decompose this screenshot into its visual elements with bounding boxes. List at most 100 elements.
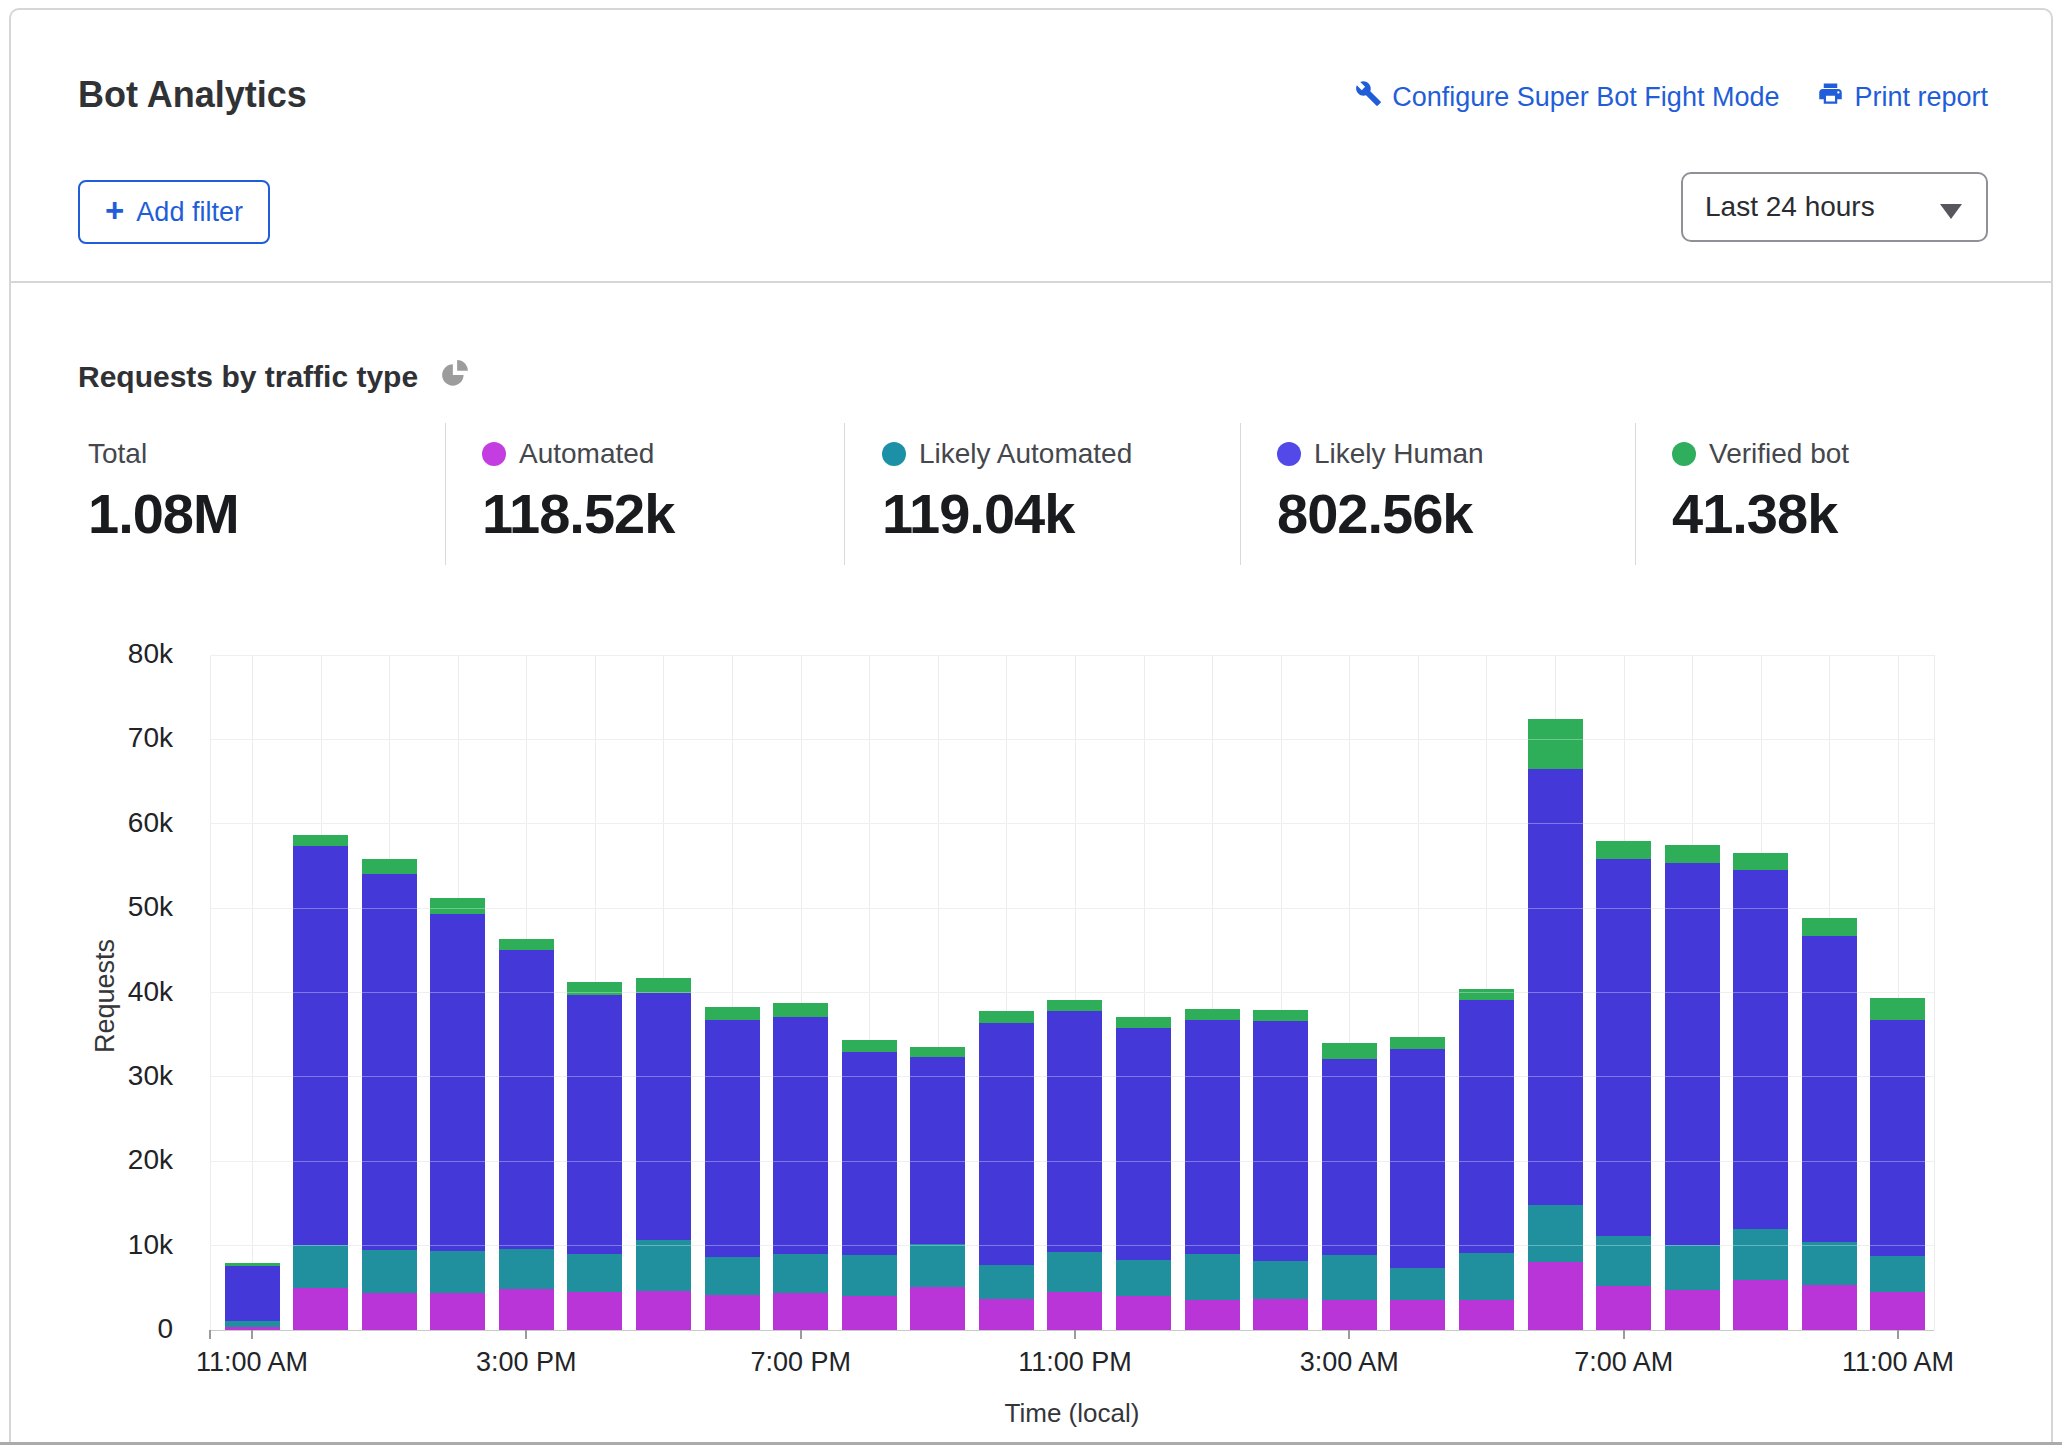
bar-segment-likely-automated [1390,1268,1445,1299]
bar-segment-automated [293,1288,348,1330]
bar-segment-verified-bot [1116,1017,1171,1028]
bar-segment-verified-bot [705,1007,760,1020]
bar-segment-verified-bot [1253,1010,1308,1021]
bar-segment-verified-bot [1047,1000,1102,1011]
bar-segment-likely-human [430,914,485,1251]
bar-segment-likely-automated [362,1250,417,1293]
time-range-select[interactable]: Last 24 hours [1681,172,1988,242]
bar-segment-likely-automated [1116,1260,1171,1296]
header-links: Configure Super Bot Fight Mode Print rep… [1355,80,1988,114]
bar-segment-likely-automated [1322,1255,1377,1300]
bar-segment-likely-human [636,993,691,1239]
bar-segment-verified-bot [910,1047,965,1057]
bar-segment-likely-human [1802,936,1857,1242]
bar-segment-automated [499,1289,554,1330]
printer-icon [1817,80,1844,114]
bar-segment-verified-bot [1870,998,1925,1020]
stat-label: Likely Automated [919,438,1132,470]
configure-super-bot-fight-mode-link[interactable]: Configure Super Bot Fight Mode [1355,80,1779,114]
bar-segment-likely-automated [1253,1261,1308,1299]
likely-automated-dot [882,442,906,466]
x-tick-label: 11:00 AM [1788,1347,2008,1378]
bar-segment-likely-human [1390,1049,1445,1268]
bar-segment-automated [225,1327,280,1330]
bar-segment-likely-automated [773,1254,828,1293]
section-title-label: Requests by traffic type [78,360,418,394]
verified-bot-dot [1672,442,1696,466]
bar-segment-likely-automated [636,1240,691,1291]
bar-segment-likely-automated [1870,1256,1925,1292]
bar-segment-likely-human [1665,863,1720,1244]
bar-segment-automated [773,1293,828,1330]
bar-segment-verified-bot [430,898,485,914]
wrench-icon [1355,80,1382,114]
gridline-h-overlay [210,992,1934,993]
bar-segment-likely-human [705,1020,760,1258]
bar-segment-likely-human [842,1052,897,1255]
bar-segment-likely-human [567,995,622,1254]
bar-segment-verified-bot [362,859,417,873]
stat-label: Automated [519,438,654,470]
gridline-h-overlay [210,908,1934,909]
x-tick-label: 7:00 PM [691,1347,911,1378]
stat-value: 118.52k [482,481,674,546]
gridline-h-overlay [210,655,1934,656]
stat-divider [1240,423,1241,565]
bar-segment-verified-bot [1390,1037,1445,1049]
bar-segment-verified-bot [293,835,348,846]
bar-segment-verified-bot [1322,1043,1377,1059]
bar-segment-likely-human [1322,1059,1377,1255]
chevron-down-icon [1940,204,1962,219]
bar-segment-likely-automated [1733,1229,1788,1280]
bar-segment-automated [1596,1286,1651,1330]
x-tick [209,1330,211,1339]
bar-segment-verified-bot [225,1263,280,1266]
gridline-h-overlay [210,1076,1934,1077]
add-filter-button[interactable]: + Add filter [78,180,270,244]
gridline-h-overlay [210,1161,1934,1162]
stat-verified-bot: Verified bot 41.38k [1672,438,1849,546]
automated-dot [482,442,506,466]
bar-segment-likely-automated [293,1245,348,1288]
page-title: Bot Analytics [78,74,307,116]
bar-segment-likely-automated [499,1249,554,1289]
plus-icon: + [105,194,124,227]
bar-segment-likely-automated [910,1244,965,1287]
bar-segment-likely-automated [1596,1236,1651,1286]
bar-segment-automated [1870,1292,1925,1330]
bar-segment-automated [1185,1300,1240,1330]
y-tick-label: 20k [53,1144,173,1176]
bar-segment-likely-automated [430,1251,485,1293]
bar-segment-likely-automated [1459,1253,1514,1299]
print-report-link[interactable]: Print report [1817,80,1988,114]
bar-segment-likely-human [1459,1000,1514,1253]
stat-total: Total 1.08M [88,438,239,546]
stat-label: Verified bot [1709,438,1849,470]
stat-value: 119.04k [882,481,1132,546]
bar-segment-likely-human [1733,870,1788,1229]
bar-segment-verified-bot [1665,845,1720,864]
y-tick-label: 0 [53,1313,173,1345]
bar-segment-likely-human [1253,1021,1308,1261]
bar-segment-verified-bot [1459,989,1514,1000]
bar-segment-verified-bot [499,939,554,950]
bar-segment-automated [1322,1300,1377,1330]
bar-segment-likely-human [773,1017,828,1254]
bar-segment-automated [567,1292,622,1330]
stat-label: Total [88,438,147,470]
x-tick-label: 11:00 PM [965,1347,1185,1378]
bar-segment-likely-automated [1528,1205,1583,1262]
bar-segment-automated [842,1296,897,1330]
bar-segment-likely-automated [1047,1252,1102,1292]
bar-segment-automated [910,1287,965,1330]
below-divider-gap [0,1445,2062,1450]
bot-analytics-card: Bot Analytics Configure Super Bot Fight … [9,8,2053,1444]
bar-segment-automated [1802,1285,1857,1330]
bar-segment-automated [1116,1296,1171,1330]
y-tick-label: 10k [53,1229,173,1261]
stat-automated: Automated 118.52k [482,438,674,546]
section-title: Requests by traffic type [78,356,470,397]
bar-segment-likely-human [1596,859,1651,1236]
requests-chart [210,655,1934,1330]
bar-segment-automated [362,1293,417,1330]
